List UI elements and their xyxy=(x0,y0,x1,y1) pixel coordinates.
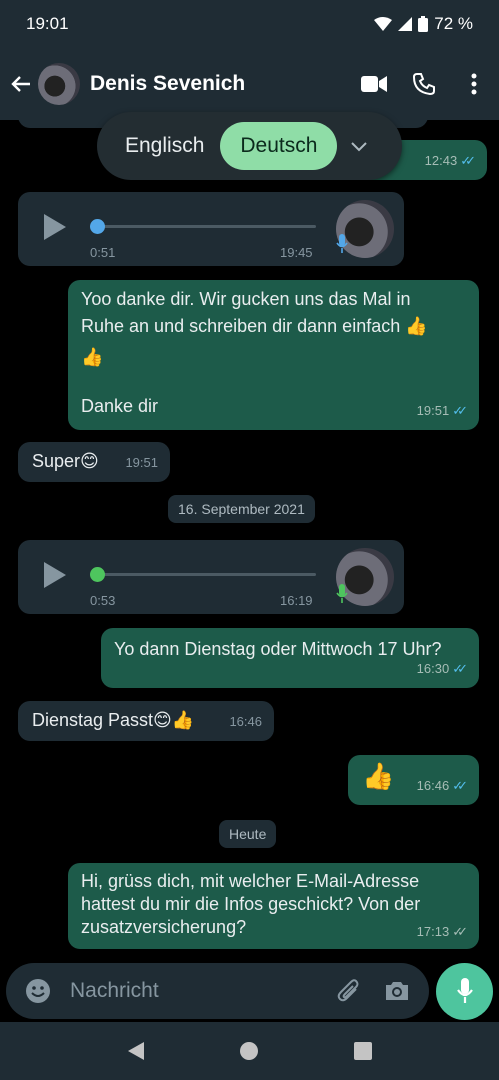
message-input[interactable]: Nachricht xyxy=(70,979,321,1003)
target-language-option[interactable]: Deutsch xyxy=(220,122,338,170)
voice-duration: 0:51 xyxy=(90,245,116,260)
arrow-left-icon xyxy=(11,76,30,92)
chevron-down-icon[interactable] xyxy=(351,136,368,157)
message-text: Dienstag Passt😊👍 xyxy=(32,710,195,730)
message-text: Super😊 xyxy=(32,451,99,471)
more-vertical-icon xyxy=(471,73,477,95)
message-bubble[interactable]: Yo dann Dienstag oder Mittwoch 17 Uhr? 1… xyxy=(101,628,479,688)
contact-name[interactable]: Denis Sevenich xyxy=(90,72,349,96)
message-text-line: hattest du mir die Infos geschickt? Von … xyxy=(81,894,421,914)
camera-button[interactable] xyxy=(377,971,417,1011)
read-receipt-icon: ✓✓ xyxy=(452,661,468,676)
message-meta: 16:46 ✓✓ xyxy=(416,772,468,799)
date-separator: 16. September 2021 xyxy=(168,495,315,523)
message-text-line: Danke dir xyxy=(81,396,159,416)
message-meta: 16:46 xyxy=(229,708,262,735)
message-meta: 19:51 ✓✓ xyxy=(416,397,468,424)
source-language-option[interactable]: Englisch xyxy=(125,134,204,158)
emoji-icon xyxy=(26,979,50,1003)
mic-icon xyxy=(336,234,348,253)
message-bubble[interactable]: Super😊 19:51 xyxy=(18,442,170,482)
recents-square-icon[interactable] xyxy=(353,1042,372,1060)
message-meta: 12:43 ✓✓ xyxy=(424,147,476,174)
audio-progress-track[interactable] xyxy=(96,573,316,576)
message-bubble[interactable]: 👍 16:46 ✓✓ xyxy=(348,755,479,805)
mic-icon xyxy=(456,978,473,1003)
chat-header: Denis Sevenich xyxy=(0,48,499,120)
message-text-line: Yoo danke dir. Wir gucken uns das Mal in xyxy=(81,289,411,309)
message-time: 16:46 xyxy=(229,714,262,729)
voice-message[interactable]: 0:51 19:45 xyxy=(18,192,404,266)
play-icon[interactable] xyxy=(44,562,66,588)
message-meta: 17:13 ✓✓ xyxy=(416,920,468,943)
date-separator: Heute xyxy=(219,820,277,848)
message-text-line: Ruhe an und schreiben dir dann einfach 👍 xyxy=(81,316,428,336)
system-icons: 72 % xyxy=(374,14,473,34)
system-navigation-bar xyxy=(0,1022,499,1080)
camera-icon xyxy=(386,982,409,1000)
voice-call-button[interactable] xyxy=(399,59,449,109)
message-meta: 19:51 xyxy=(125,449,158,476)
message-time: 19:51 xyxy=(416,403,450,418)
back-button[interactable] xyxy=(4,67,38,101)
message-time: 17:13 xyxy=(416,924,450,939)
audio-scrubber[interactable] xyxy=(90,567,105,582)
emoji-button[interactable] xyxy=(18,971,58,1011)
message-text-line: zusatzversicherung? xyxy=(81,917,247,937)
voice-message[interactable]: 0:53 16:19 xyxy=(18,540,404,614)
message-time: 16:46 xyxy=(416,778,450,793)
more-options-button[interactable] xyxy=(449,59,499,109)
mic-icon xyxy=(336,584,348,603)
delivered-receipt-icon: ✓✓ xyxy=(452,924,468,939)
video-call-button[interactable] xyxy=(349,59,399,109)
play-icon[interactable] xyxy=(44,214,66,240)
message-meta: 16:30 ✓✓ xyxy=(416,655,468,682)
home-circle-icon[interactable] xyxy=(239,1041,259,1061)
back-triangle-icon[interactable] xyxy=(127,1041,145,1061)
message-time: 16:30 xyxy=(416,661,450,676)
voice-record-button[interactable] xyxy=(436,962,493,1020)
message-time: 19:51 xyxy=(125,455,158,470)
message-text: Yo dann Dienstag oder Mittwoch 17 Uhr? xyxy=(114,639,442,659)
status-bar: 19:01 72 % xyxy=(0,0,499,48)
translate-language-selector: Englisch Deutsch xyxy=(97,112,402,180)
clock: 19:01 xyxy=(26,14,69,33)
read-receipt-icon: ✓✓ xyxy=(452,778,468,793)
voice-duration: 0:53 xyxy=(90,593,116,608)
message-input-box[interactable]: Nachricht xyxy=(6,963,430,1019)
wifi-icon xyxy=(374,17,393,31)
message-bubble[interactable]: Yoo danke dir. Wir gucken uns das Mal in… xyxy=(68,280,479,430)
message-bubble[interactable]: Hi, grüss dich, mit welcher E-Mail-Adres… xyxy=(68,863,479,949)
message-text: 👍 xyxy=(362,761,395,791)
message-text-line: Hi, grüss dich, mit welcher E-Mail-Adres… xyxy=(81,871,420,891)
read-receipt-icon: ✓✓ xyxy=(460,153,476,168)
message-text-line: 👍 xyxy=(81,347,104,367)
composer: Nachricht xyxy=(0,960,499,1022)
read-receipt-icon: ✓✓ xyxy=(452,403,468,418)
attach-button[interactable] xyxy=(329,971,369,1011)
audio-progress-track[interactable] xyxy=(96,225,316,228)
signal-icon xyxy=(398,17,413,31)
video-camera-icon xyxy=(361,76,387,92)
message-bubble[interactable]: Dienstag Passt😊👍 16:46 xyxy=(18,701,274,741)
contact-avatar[interactable] xyxy=(38,63,80,105)
message-time: 19:45 xyxy=(280,245,313,260)
phone-icon xyxy=(413,73,435,95)
message-list[interactable]: 12:43 ✓✓ 0:51 19:45 Yoo danke dir. Wir g… xyxy=(0,120,499,960)
paperclip-icon xyxy=(337,979,359,1002)
message-time: 16:19 xyxy=(280,593,313,608)
battery-percent: 72 % xyxy=(434,14,473,33)
message-time: 12:43 xyxy=(424,153,458,168)
audio-scrubber[interactable] xyxy=(90,219,105,234)
battery-icon xyxy=(418,16,429,32)
